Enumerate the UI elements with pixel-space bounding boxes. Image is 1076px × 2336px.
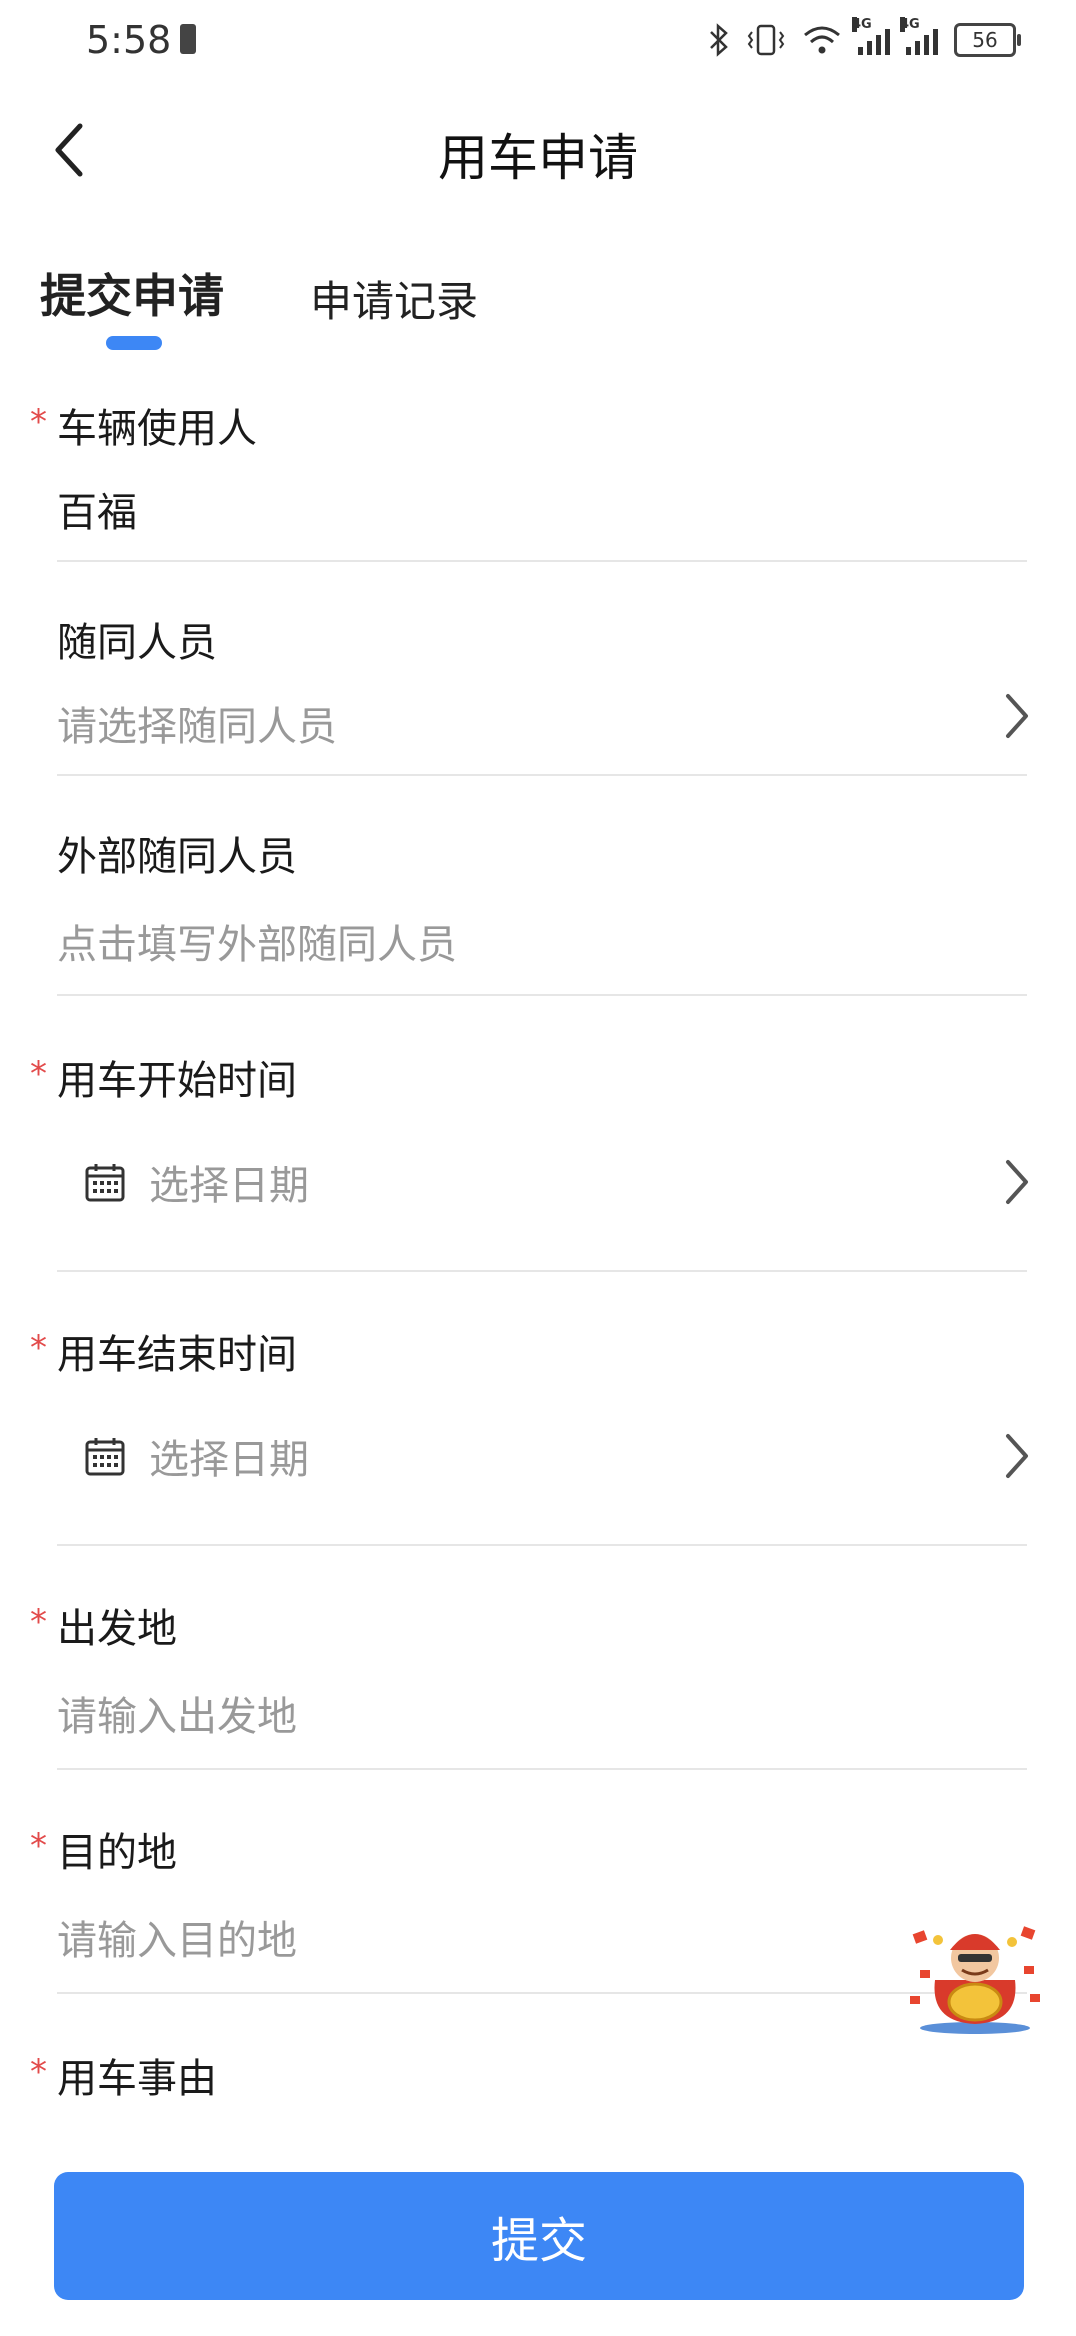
field-external-companions: 外部随同人员 点击填写外部随同人员 [0,818,1076,998]
chevron-right-icon[interactable] [996,1426,1036,1486]
divider [57,994,1027,996]
field-vehicle-user: * 车辆使用人 百福 [0,390,1076,562]
companions-select[interactable]: 请选择随同人员 [57,694,337,752]
nav-bar: 用车申请 [0,100,1076,200]
required-mark: * [30,402,47,442]
calendar-icon [85,1164,125,1202]
calendar-icon [85,1438,125,1476]
page-title: 用车申请 [438,129,638,187]
chevron-right-icon[interactable] [996,1152,1036,1212]
battery-level: 56 [972,28,998,52]
start-date-picker[interactable]: 选择日期 [85,1152,309,1212]
divider [57,1544,1027,1546]
tab-application-records[interactable]: 申请记录 [310,268,478,329]
cell-signal-1-icon: 4G [852,17,890,55]
tab-bar: 提交申请 申请记录 [0,250,1076,360]
bluetooth-icon [710,23,728,57]
required-mark: * [30,1328,47,1368]
cell-signal-2-icon: 4G [900,17,938,55]
field-label: 外部随同人员 [57,834,297,880]
departure-input[interactable]: 请输入出发地 [57,1684,297,1742]
active-tab-indicator [106,336,162,350]
battery-saver-icon [180,24,196,54]
vehicle-user-value[interactable]: 百福 [57,480,137,538]
vibrate-icon [747,24,785,56]
network-type-label: 4G [852,17,872,32]
start-date-placeholder: 选择日期 [149,1163,309,1209]
field-label: 目的地 [57,1830,177,1876]
network-type-label: 4G [900,17,920,32]
divider [57,1992,1027,1994]
field-end-time: * 用车结束时间 选择日期 [0,1316,1076,1548]
required-mark: * [30,1054,47,1094]
divider [57,1768,1027,1770]
submit-button[interactable]: 提交 [54,2172,1024,2300]
field-companions[interactable]: 随同人员 请选择随同人员 [0,604,1076,776]
tab-submit-application[interactable]: 提交申请 [40,260,224,326]
divider [57,560,1027,562]
field-label: 用车结束时间 [57,1332,297,1378]
bottom-fade [0,2120,1076,2180]
field-start-time: * 用车开始时间 选择日期 [0,1042,1076,1274]
field-label: 出发地 [57,1606,177,1652]
field-label: 随同人员 [57,620,217,666]
required-mark: * [30,2052,47,2092]
status-bar: 5:58 4G 4G 56 [0,0,1076,84]
field-label: 用车事由 [57,2056,217,2102]
external-companions-input[interactable]: 点击填写外部随同人员 [57,912,457,970]
wifi-icon [804,26,840,54]
status-time: 5:58 [86,18,172,62]
divider [57,774,1027,776]
battery-icon: 56 [954,23,1021,57]
end-date-picker[interactable]: 选择日期 [85,1426,309,1486]
required-mark: * [30,1826,47,1866]
field-label: 用车开始时间 [57,1058,297,1104]
destination-input[interactable]: 请输入目的地 [57,1908,297,1966]
chevron-right-icon[interactable] [996,686,1036,746]
divider [57,1270,1027,1272]
status-icons: 4G 4G 56 [708,17,1021,60]
floating-mascot-icon[interactable] [900,1910,1050,2035]
field-label: 车辆使用人 [57,406,257,452]
field-departure: * 出发地 请输入出发地 [0,1590,1076,1772]
end-date-placeholder: 选择日期 [149,1437,309,1483]
required-mark: * [30,1602,47,1642]
